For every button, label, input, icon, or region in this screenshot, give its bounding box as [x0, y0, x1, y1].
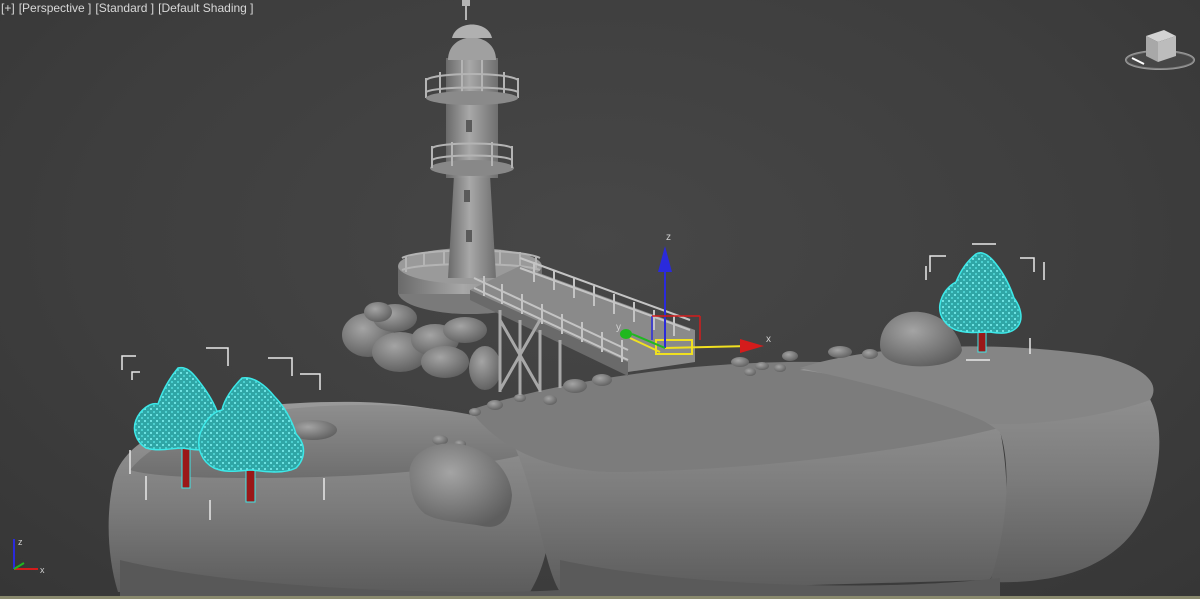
- tripod-z-label: z: [18, 537, 23, 547]
- gizmo-x-label: x: [766, 334, 771, 345]
- gizmo-y-label: y: [616, 322, 621, 333]
- scene-canvas[interactable]: z x y: [0, 0, 1200, 599]
- viewport-label: [+] [Perspective ] [Standard ] [Default …: [0, 0, 254, 16]
- viewcube-icon[interactable]: [1122, 22, 1198, 74]
- tripod-x-label: x: [40, 565, 45, 575]
- viewport-shading-menu[interactable]: [Default Shading ]: [158, 1, 253, 15]
- gizmo-z-label: z: [666, 232, 671, 243]
- viewport-plus-menu[interactable]: [+]: [1, 1, 15, 15]
- world-axis-icon: z x: [13, 537, 45, 575]
- perspective-viewport[interactable]: z x y [+] [Perspective] [Standard] [De…: [0, 0, 1200, 599]
- viewport-view-menu[interactable]: [Perspective ]: [19, 1, 92, 15]
- viewport-shading-mode-menu[interactable]: [Standard ]: [95, 1, 154, 15]
